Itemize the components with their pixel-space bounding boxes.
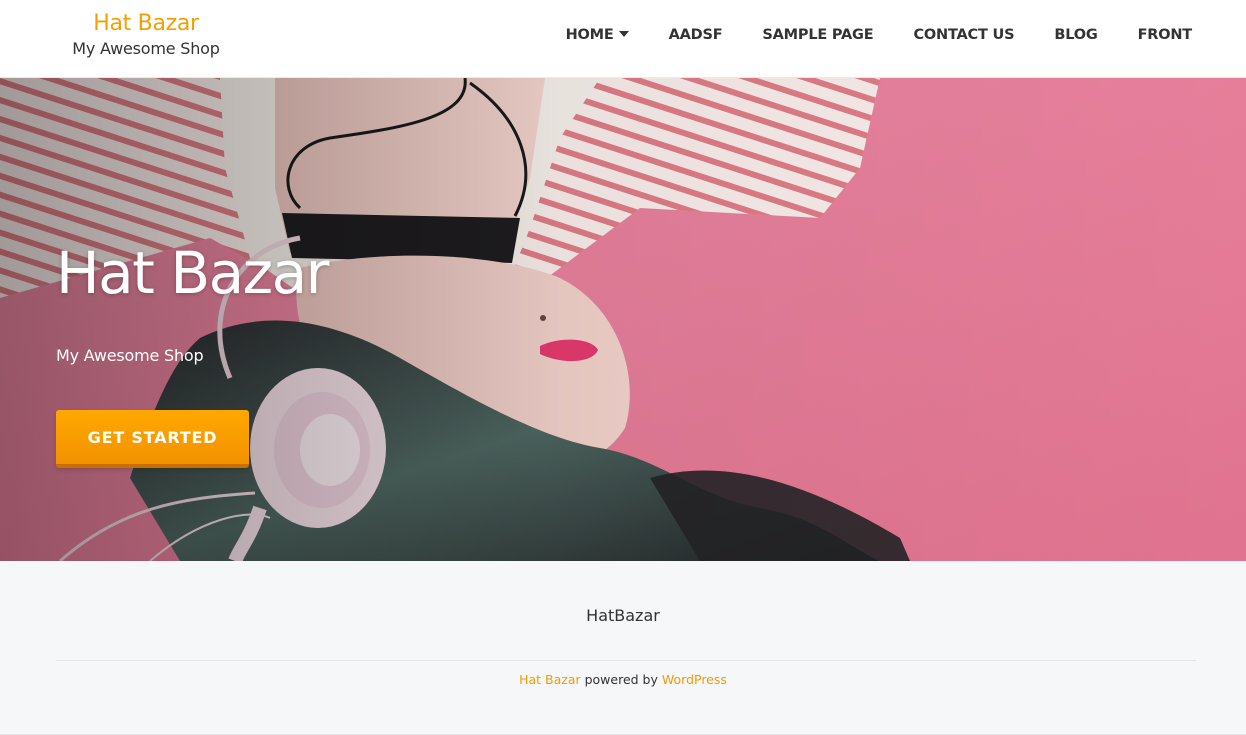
- footer-site-name: HatBazar: [586, 606, 660, 625]
- nav-item-label: AADSF: [668, 27, 723, 43]
- nav-item-label: FRONT: [1137, 27, 1193, 43]
- site-title-link[interactable]: Hat Bazar: [56, 10, 236, 38]
- caret-down-icon: [618, 31, 629, 37]
- nav-item-label: SAMPLE PAGE: [762, 27, 874, 43]
- footer-divider: [56, 660, 1196, 661]
- nav-item-front[interactable]: FRONT: [1137, 27, 1193, 43]
- wordpress-link[interactable]: WordPress: [662, 672, 727, 687]
- footer-credit-text: powered by: [580, 672, 662, 687]
- nav-item-home[interactable]: HOME: [566, 27, 629, 43]
- nav-item-blog[interactable]: BLOG: [1054, 27, 1097, 43]
- get-started-button[interactable]: GET STARTED: [56, 410, 249, 468]
- nav-item-label: CONTACT US: [913, 27, 1015, 43]
- hero-background-image: [0, 78, 1246, 561]
- nav-item-label: BLOG: [1054, 27, 1098, 43]
- site-branding: Hat Bazar My Awesome Shop: [56, 10, 236, 60]
- primary-navigation: HOME AADSF SAMPLE PAGE CONTACT US BLOG F…: [566, 22, 1193, 48]
- nav-item-contact-us[interactable]: CONTACT US: [913, 27, 1014, 43]
- nav-item-sample-page[interactable]: SAMPLE PAGE: [762, 27, 873, 43]
- hero-subtitle: My Awesome Shop: [56, 346, 204, 365]
- site-footer: HatBazar Hat Bazar powered by WordPress: [0, 561, 1246, 735]
- nav-item-label: HOME: [565, 27, 614, 43]
- site-header: Hat Bazar My Awesome Shop HOME AADSF SAM…: [0, 0, 1246, 78]
- hero-title: Hat Bazar: [56, 239, 330, 307]
- hero-banner: Hat Bazar My Awesome Shop GET STARTED: [0, 78, 1246, 561]
- site-tagline: My Awesome Shop: [72, 39, 220, 58]
- footer-credit: Hat Bazar powered by WordPress: [0, 672, 1246, 687]
- nav-item-aadsf[interactable]: AADSF: [669, 27, 723, 43]
- theme-credit-link[interactable]: Hat Bazar: [519, 672, 581, 687]
